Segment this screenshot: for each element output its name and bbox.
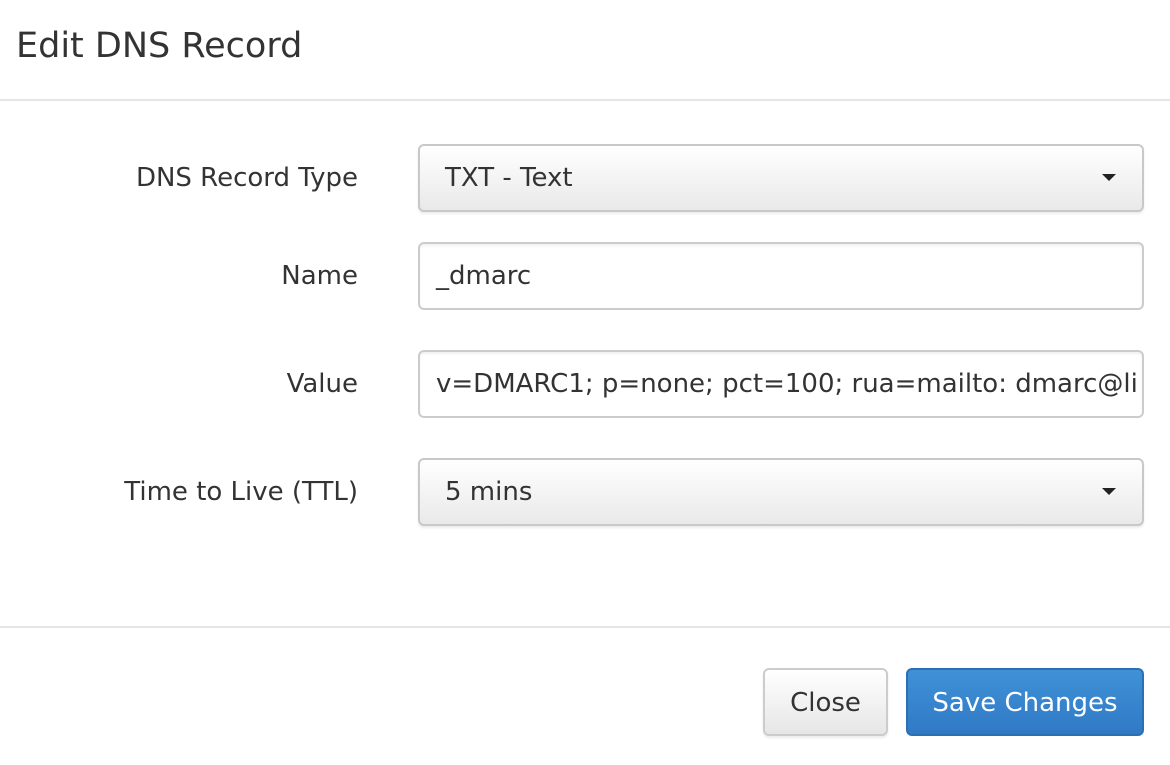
name-row: Name _dmarc bbox=[0, 242, 1170, 310]
save-changes-button[interactable]: Save Changes bbox=[906, 668, 1144, 736]
close-button[interactable]: Close bbox=[763, 668, 888, 736]
name-input[interactable]: _dmarc bbox=[418, 242, 1144, 310]
value-input[interactable]: v=DMARC1; p=none; pct=100; rua=mailto: d… bbox=[418, 350, 1144, 418]
name-label: Name bbox=[281, 261, 358, 291]
ttl-label: Time to Live (TTL) bbox=[124, 477, 358, 507]
value-row: Value v=DMARC1; p=none; pct=100; rua=mai… bbox=[0, 350, 1170, 418]
dialog-title: Edit DNS Record bbox=[16, 26, 303, 66]
value-label: Value bbox=[286, 369, 358, 399]
dialog-body: DNS Record Type TXT - Text Name _dmarc V… bbox=[0, 101, 1170, 626]
ttl-selected-value: 5 mins bbox=[445, 477, 533, 507]
value-input-value: v=DMARC1; p=none; pct=100; rua=mailto: d… bbox=[436, 369, 1138, 399]
caret-down-icon bbox=[1102, 174, 1116, 181]
dialog-header: Edit DNS Record bbox=[0, 0, 1170, 101]
record-type-selected-value: TXT - Text bbox=[445, 163, 573, 193]
ttl-select[interactable]: 5 mins bbox=[418, 458, 1144, 526]
caret-down-icon bbox=[1102, 488, 1116, 495]
record-type-label: DNS Record Type bbox=[135, 163, 358, 193]
record-type-select[interactable]: TXT - Text bbox=[418, 144, 1144, 212]
name-input-value: _dmarc bbox=[436, 261, 532, 291]
record-type-row: DNS Record Type TXT - Text bbox=[0, 144, 1170, 212]
ttl-row: Time to Live (TTL) 5 mins bbox=[0, 458, 1170, 526]
dialog-footer: Close Save Changes bbox=[0, 626, 1170, 765]
edit-dns-record-dialog: Edit DNS Record DNS Record Type TXT - Te… bbox=[0, 0, 1170, 765]
